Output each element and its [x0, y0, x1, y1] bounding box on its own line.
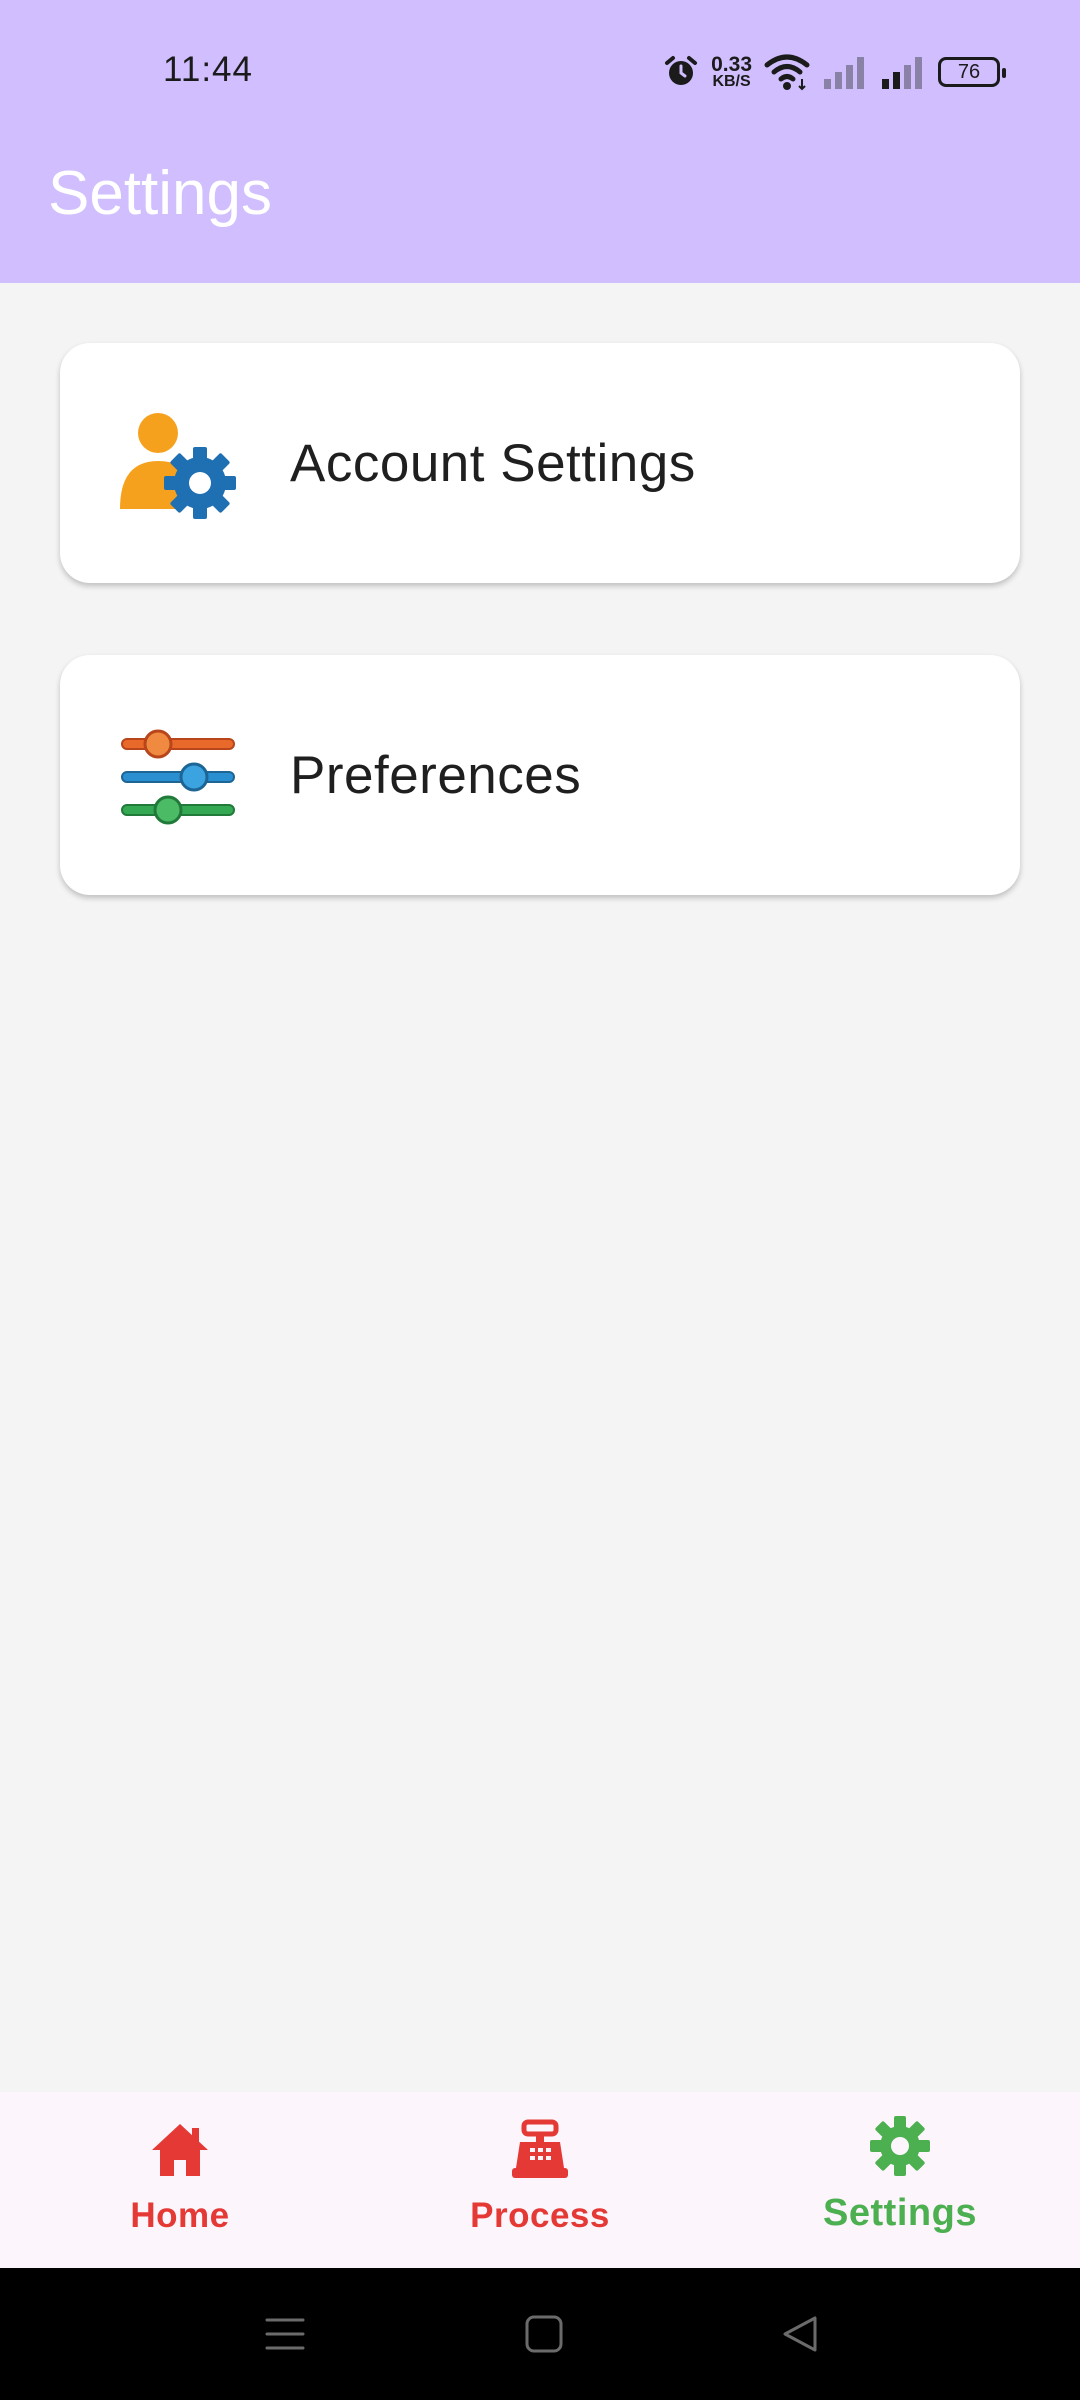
net-speed-unit: KB/S — [712, 72, 751, 90]
home-square-icon[interactable] — [524, 2314, 564, 2354]
alarm-icon — [665, 56, 698, 85]
nav-item-settings[interactable]: Settings — [720, 2092, 1080, 2268]
preferences-label: Preferences — [290, 745, 582, 805]
status-icons: 0.33 KB/S 76 — [663, 52, 1006, 92]
gear-icon — [870, 2116, 930, 2176]
signal-icon-2 — [882, 57, 922, 89]
nav-label-process: Process — [470, 2196, 610, 2235]
user-gear-icon — [120, 413, 236, 519]
preferences-card[interactable]: Preferences — [60, 655, 1020, 895]
cash-register-icon — [512, 2119, 568, 2178]
net-speed: 0.33 KB/S — [711, 52, 752, 90]
account-settings-label: Account Settings — [290, 433, 696, 493]
battery-level: 76 — [957, 60, 981, 83]
nav-label-settings: Settings — [823, 2192, 977, 2234]
app-header: 11:44 0.33 KB/S 76 Settings — [0, 0, 1080, 283]
menu-icon[interactable] — [265, 2314, 305, 2354]
system-navigation-bar — [0, 2268, 1080, 2400]
nav-item-home[interactable]: Home — [0, 2092, 360, 2268]
home-icon — [152, 2124, 208, 2176]
status-time: 11:44 — [163, 50, 253, 89]
back-triangle-icon[interactable] — [781, 2314, 821, 2354]
bottom-navigation: Home Process Settings — [0, 2092, 1080, 2268]
signal-icon — [824, 57, 864, 89]
page-title: Settings — [48, 159, 273, 228]
account-settings-card[interactable]: Account Settings — [60, 343, 1020, 583]
nav-item-process[interactable]: Process — [360, 2092, 720, 2268]
nav-label-home: Home — [130, 2196, 230, 2235]
status-bar: 11:44 0.33 KB/S 76 — [0, 0, 1080, 140]
battery-indicator: 76 — [938, 57, 1006, 87]
wifi-icon — [764, 54, 810, 91]
sliders-icon — [121, 729, 235, 825]
net-speed-value: 0.33 — [711, 52, 752, 76]
